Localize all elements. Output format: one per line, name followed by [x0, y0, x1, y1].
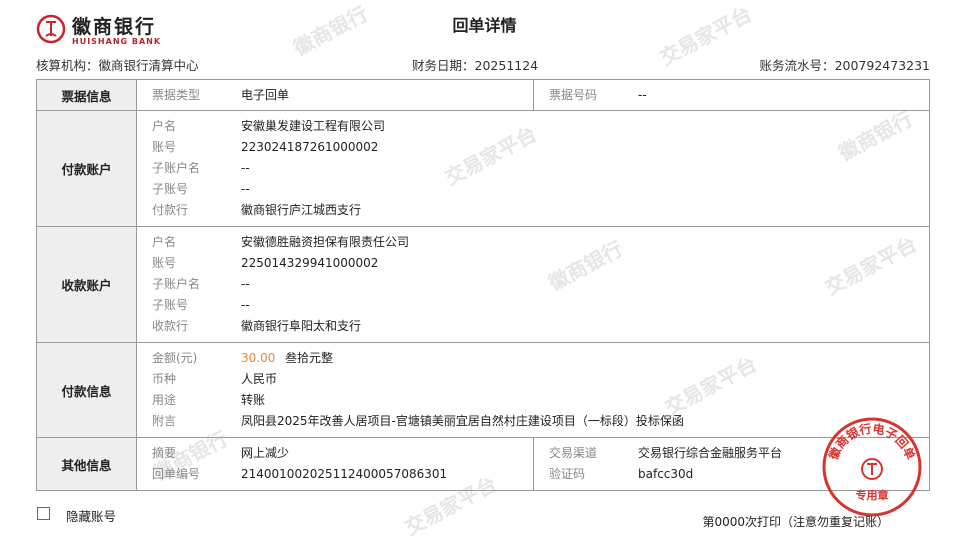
payee-account-field: 账号 225014329941000002: [152, 256, 379, 270]
payee-sub-name-field: 子账户名 --: [152, 277, 250, 291]
category-label: 其他信息: [36, 437, 137, 491]
amount-upper: 叁拾元整: [285, 351, 334, 365]
payee-name-field: 户名 安徽德胜融资担保有限责任公司: [152, 235, 410, 249]
payee-bank-field: 收款行 徽商银行阜阳太和支行: [152, 319, 362, 333]
org-info: 核算机构：徽商银行清算中心: [36, 58, 199, 73]
category-label: 付款信息: [36, 342, 137, 438]
payer-account-row: 付款账户 户名 安徽巢发建设工程有限公司 账号 223024187261000002…: [36, 110, 930, 227]
category-label: 收款账户: [36, 226, 137, 343]
currency-field: 币种 人民币: [152, 372, 278, 386]
payee-sub-account-field: 子账号 --: [152, 298, 250, 312]
hide-account-checkbox[interactable]: [37, 507, 50, 520]
payee-account-row: 收款账户 户名 安徽德胜融资担保有限责任公司 账号 2250143299410000…: [36, 226, 930, 343]
receipt-number-field: 回单编号 21400100202511240005708630​1: [152, 467, 448, 481]
payer-name-field: 户名 安徽巢发建设工程有限公司: [152, 119, 386, 133]
hide-account-label[interactable]: 隐藏账号: [66, 506, 116, 525]
page-title: 回单详情: [452, 16, 517, 35]
amount-field: 金额(元) 30.00 叁拾元整: [137, 348, 929, 369]
ticket-type-field: 票据类型 电子回单: [152, 87, 290, 102]
receipt-table: 票据信息 票据类型 电子回单 票据号码 -- 付款账户 户名 安徽巢发建设工程有限…: [36, 79, 930, 491]
purpose-field: 用途 转账: [152, 393, 266, 407]
electronic-receipt-stamp: 徽商银行电子回单 专用章: [822, 417, 922, 517]
summary-field: 摘要 网上减少: [152, 446, 290, 460]
date-info: 财务日期：20251124: [412, 58, 539, 73]
bank-english-name: HUISHANG BANK: [72, 37, 162, 46]
print-count-note: 第0000次打印（注意勿重复记账）: [702, 515, 889, 529]
payer-sub-account-field: 子账号 --: [152, 182, 250, 196]
serial-info: 账务流水号：200792473231: [759, 58, 930, 73]
payment-info-row: 付款信息 金额(元) 30.00 叁拾元整 币种 人民币 用途 转账 附言 凤阳县20…: [36, 342, 930, 438]
category-label: 付款账户: [36, 110, 137, 227]
svg-text:徽商银行电子回单: 徽商银行电子回单: [825, 421, 918, 463]
category-label: 票据信息: [36, 79, 137, 111]
stamp-top-text: 徽商银行电子回单: [825, 421, 918, 463]
other-info-row: 其他信息 摘要 网上减少 回单编号 214001002025112400057086…: [36, 437, 930, 491]
stamp-bottom-text: 专用章: [856, 488, 889, 502]
payer-account-field: 账号 223024187261000002: [152, 140, 379, 154]
ticket-number-field: 票据号码 --: [549, 87, 647, 102]
remark-field: 附言 凤阳县2025年改善人居项目-官塘镇美丽宜居自然村庄建设项目（一标段）投标保…: [152, 414, 684, 428]
payer-bank-field: 付款行 徽商银行庐江城西支行: [152, 203, 362, 217]
payer-sub-name-field: 子账户名 --: [152, 161, 250, 175]
amount-value: 30.00: [241, 351, 276, 365]
ticket-info-row: 票据信息 票据类型 电子回单 票据号码 --: [36, 79, 930, 111]
